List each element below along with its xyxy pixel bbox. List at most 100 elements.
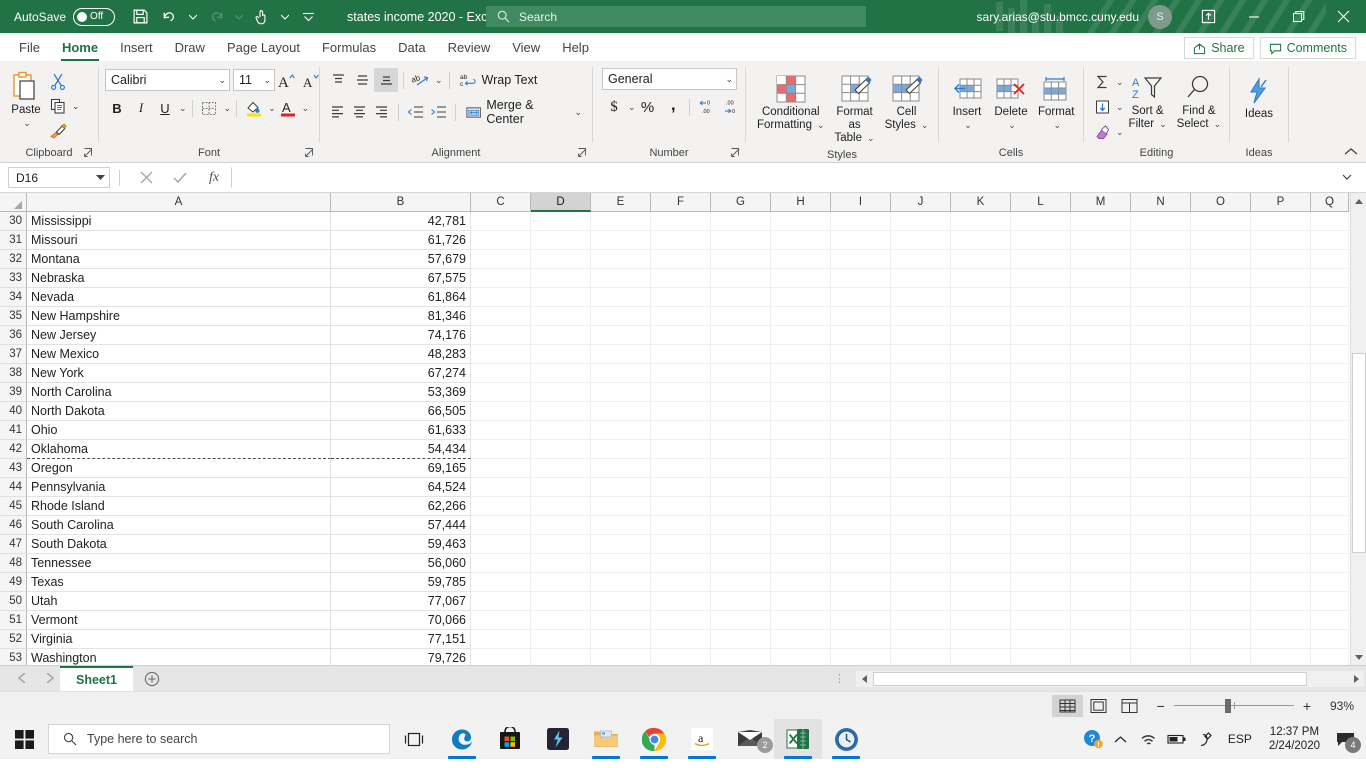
borders-dropdown-icon[interactable]: ⌄	[224, 103, 232, 114]
wrap-text-button[interactable]: ab c Wrap Text	[456, 70, 542, 90]
cell-K52[interactable]	[951, 630, 1011, 649]
cell-E43[interactable]	[591, 459, 651, 478]
cell-A53[interactable]: Washington	[27, 649, 331, 665]
clear-dropdown-icon[interactable]: ⌄	[1116, 127, 1124, 138]
cell-A46[interactable]: South Carolina	[27, 516, 331, 535]
copy-button[interactable]	[46, 94, 70, 118]
cell-L53[interactable]	[1011, 649, 1071, 665]
alignment-dialog-launcher-icon[interactable]	[577, 147, 588, 158]
cell-I48[interactable]	[831, 554, 891, 573]
row-header-40[interactable]: 40	[0, 402, 27, 421]
scroll-right-button[interactable]	[1347, 671, 1364, 687]
cell-B49[interactable]: 59,785	[331, 573, 471, 592]
cell-Q52[interactable]	[1311, 630, 1349, 649]
cell-K46[interactable]	[951, 516, 1011, 535]
cell-B44[interactable]: 64,524	[331, 478, 471, 497]
cell-H36[interactable]	[771, 326, 831, 345]
cell-A38[interactable]: New York	[27, 364, 331, 383]
cell-L36[interactable]	[1011, 326, 1071, 345]
cell-A48[interactable]: Tennessee	[27, 554, 331, 573]
cell-C48[interactable]	[471, 554, 531, 573]
cell-H46[interactable]	[771, 516, 831, 535]
autosum-button[interactable]	[1090, 70, 1114, 94]
cell-J41[interactable]	[891, 421, 951, 440]
tab-file[interactable]: File	[8, 35, 51, 61]
cell-B46[interactable]: 57,444	[331, 516, 471, 535]
cell-D50[interactable]	[531, 592, 591, 611]
cell-M37[interactable]	[1071, 345, 1131, 364]
expand-formula-bar-icon[interactable]	[1336, 174, 1358, 181]
cell-H31[interactable]	[771, 231, 831, 250]
cell-E38[interactable]	[591, 364, 651, 383]
cell-E52[interactable]	[591, 630, 651, 649]
cell-N30[interactable]	[1131, 212, 1191, 231]
tab-view[interactable]: View	[501, 35, 551, 61]
cell-I43[interactable]	[831, 459, 891, 478]
name-box-dropdown-icon[interactable]	[96, 174, 105, 181]
normal-view-button[interactable]	[1051, 694, 1083, 717]
taskbar-chrome[interactable]	[630, 719, 678, 759]
cell-N53[interactable]	[1131, 649, 1191, 665]
cell-I37[interactable]	[831, 345, 891, 364]
cell-G34[interactable]	[711, 288, 771, 307]
cell-B33[interactable]: 67,575	[331, 269, 471, 288]
cell-E41[interactable]	[591, 421, 651, 440]
cell-A44[interactable]: Pennsylvania	[27, 478, 331, 497]
zoom-slider-thumb[interactable]	[1224, 698, 1231, 713]
cell-K51[interactable]	[951, 611, 1011, 630]
cell-J47[interactable]	[891, 535, 951, 554]
cell-A35[interactable]: New Hampshire	[27, 307, 331, 326]
cell-K39[interactable]	[951, 383, 1011, 402]
cell-F39[interactable]	[651, 383, 711, 402]
cell-K48[interactable]	[951, 554, 1011, 573]
cell-P38[interactable]	[1251, 364, 1311, 383]
cell-H44[interactable]	[771, 478, 831, 497]
cell-A34[interactable]: Nevada	[27, 288, 331, 307]
next-sheet-icon[interactable]	[46, 672, 55, 686]
cell-E37[interactable]	[591, 345, 651, 364]
cell-Q47[interactable]	[1311, 535, 1349, 554]
cell-C47[interactable]	[471, 535, 531, 554]
cell-G32[interactable]	[711, 250, 771, 269]
share-button[interactable]: Share	[1184, 37, 1254, 59]
format-cells-button[interactable]: Format ⌄	[1033, 70, 1079, 134]
cell-B35[interactable]: 81,346	[331, 307, 471, 326]
cell-C46[interactable]	[471, 516, 531, 535]
cell-E40[interactable]	[591, 402, 651, 421]
cell-N33[interactable]	[1131, 269, 1191, 288]
column-header-e[interactable]: E	[591, 193, 651, 212]
tab-draw[interactable]: Draw	[164, 35, 216, 61]
select-all-corner[interactable]	[0, 193, 27, 212]
cell-Q30[interactable]	[1311, 212, 1349, 231]
wifi-icon[interactable]	[1135, 719, 1163, 759]
cell-N41[interactable]	[1131, 421, 1191, 440]
grid-body[interactable]: 30 Mississippi 42,781 31 Missouri 61,726 32 Mon…	[0, 212, 1366, 665]
cell-K30[interactable]	[951, 212, 1011, 231]
cell-J42[interactable]	[891, 440, 951, 459]
cell-H43[interactable]	[771, 459, 831, 478]
format-as-table-button[interactable]: Format as Table ⌄	[830, 70, 880, 147]
task-view-button[interactable]	[390, 719, 438, 759]
cell-I40[interactable]	[831, 402, 891, 421]
cell-N42[interactable]	[1131, 440, 1191, 459]
cell-D41[interactable]	[531, 421, 591, 440]
cell-H39[interactable]	[771, 383, 831, 402]
cell-O37[interactable]	[1191, 345, 1251, 364]
cell-I49[interactable]	[831, 573, 891, 592]
cell-L30[interactable]	[1011, 212, 1071, 231]
cell-C49[interactable]	[471, 573, 531, 592]
cell-K49[interactable]	[951, 573, 1011, 592]
cell-P41[interactable]	[1251, 421, 1311, 440]
cell-G38[interactable]	[711, 364, 771, 383]
row-header-35[interactable]: 35	[0, 307, 27, 326]
cell-Q42[interactable]	[1311, 440, 1349, 459]
cell-A33[interactable]: Nebraska	[27, 269, 331, 288]
cell-N31[interactable]	[1131, 231, 1191, 250]
cell-E31[interactable]	[591, 231, 651, 250]
cell-C32[interactable]	[471, 250, 531, 269]
insert-function-icon[interactable]: fx	[197, 167, 231, 188]
underline-button[interactable]: U	[153, 96, 177, 120]
cell-I30[interactable]	[831, 212, 891, 231]
row-header-38[interactable]: 38	[0, 364, 27, 383]
row-header-39[interactable]: 39	[0, 383, 27, 402]
